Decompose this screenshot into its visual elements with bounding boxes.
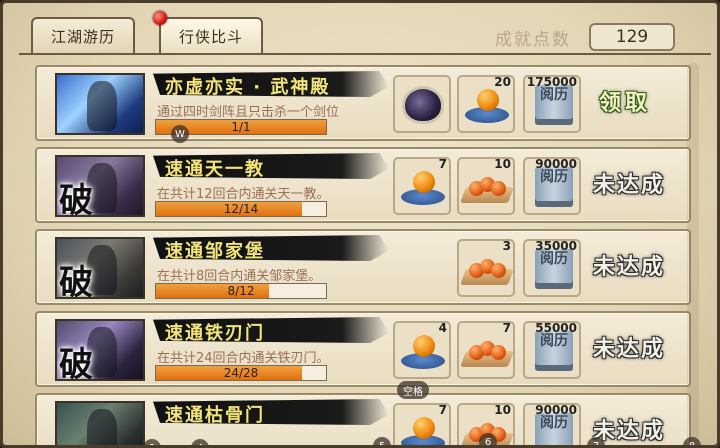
reward-slot[interactable]: 阅历 55000	[523, 321, 581, 379]
notification-dot-icon	[153, 11, 167, 25]
po-stamp: 破	[59, 345, 93, 381]
achievement-title: 速通枯骨门	[165, 405, 265, 426]
reward-slot[interactable]: 20	[457, 75, 515, 133]
po-stamp: 破	[59, 263, 93, 299]
reward-count: 55000	[535, 321, 577, 335]
reward-slot[interactable]: 7	[457, 321, 515, 379]
reward-slot[interactable]: 3	[457, 239, 515, 297]
tab-label: 江湖游历	[50, 27, 115, 46]
progress-bar: 12/14	[155, 201, 327, 217]
achievement-thumbnail	[55, 73, 145, 135]
po-stamp: 破	[59, 181, 93, 217]
single-orb-icon	[477, 89, 499, 111]
reward-count: 3	[502, 239, 511, 253]
reward-count: 35000	[535, 239, 577, 253]
list-scrollbar[interactable]	[687, 63, 699, 443]
unmet-status: 未达成	[593, 173, 666, 198]
tab-jianghu-travel[interactable]: 江湖游历	[31, 17, 135, 53]
reward-slot[interactable]: 阅历 35000	[523, 239, 581, 297]
reward-count: 10	[494, 403, 511, 417]
unmet-status: 未达成	[593, 337, 666, 362]
achievement-points-value: 129	[589, 23, 675, 51]
tab-chivalry-duel[interactable]: 行侠比斗	[159, 17, 263, 53]
progress-bar: 24/28	[155, 365, 327, 381]
book-label: 阅历	[540, 333, 568, 349]
reward-count: 7	[502, 321, 511, 335]
progress-bar: 8/12	[155, 283, 327, 299]
tab-label: 行侠比斗	[178, 27, 243, 46]
reward-slot[interactable]	[393, 75, 451, 133]
achievement-row: 破 速通铁刃门 在共计24回合内通关铁刃门。 24/28 4 7 阅历 5500…	[35, 311, 691, 387]
reward-slot[interactable]: 阅历 175000	[523, 75, 581, 133]
book-label: 阅历	[540, 169, 568, 185]
achievement-title: 亦虚亦实 · 武神殿	[165, 77, 331, 98]
orb-tray-icon	[467, 255, 507, 281]
reward-slot[interactable]: 阅历 90000	[523, 403, 581, 445]
achievement-thumbnail: 破	[55, 319, 145, 381]
achievement-row: 破 速通天一教 在共计12回合内通关天一教。 12/14 7 10 阅历 900…	[35, 147, 691, 223]
game-window: 江湖游历 行侠比斗 成就点数 129 亦虚亦实 · 武神殿 通过四时剑阵且只击杀…	[0, 0, 720, 448]
reward-slot[interactable]: 7	[393, 403, 451, 445]
unmet-status: 未达成	[593, 419, 666, 444]
achievement-title: 速通天一教	[165, 159, 265, 180]
achievement-title: 速通邹家堡	[165, 241, 265, 262]
reward-count: 10	[494, 157, 511, 171]
book-label: 阅历	[540, 251, 568, 267]
progress-text: 12/14	[223, 202, 259, 216]
orb-tray-icon	[467, 337, 507, 363]
book-label: 阅历	[540, 415, 568, 431]
book-label: 阅历	[540, 87, 568, 103]
hotkey-hint-6: 6	[479, 433, 497, 445]
achievement-thumbnail: 破	[55, 155, 145, 217]
orb-tray-icon	[467, 173, 507, 199]
reward-count: 175000	[526, 75, 577, 89]
single-orb-icon	[413, 171, 435, 193]
reward-slot[interactable]: 10	[457, 157, 515, 215]
single-orb-icon	[413, 335, 435, 357]
reward-count: 90000	[535, 403, 577, 417]
hotkey-hint-7: 7	[587, 437, 605, 445]
achievement-thumbnail: 破	[55, 237, 145, 299]
reward-count: 4	[438, 321, 447, 335]
hotkey-hint-w: W	[171, 125, 189, 143]
single-orb-icon	[413, 417, 435, 439]
progress-text: 24/28	[223, 366, 259, 380]
progress-text: 8/12	[227, 284, 255, 298]
reward-slot[interactable]: 阅历 90000	[523, 157, 581, 215]
achievement-row: 破 速通邹家堡 在共计8回合内通关邹家堡。 8/12 3 阅历 35000 未达…	[35, 229, 691, 305]
dark-stone-icon	[405, 89, 441, 121]
hotkey-hint-space: 空格	[397, 381, 429, 399]
hotkey-hint-8: 8	[683, 437, 701, 445]
reward-count: 7	[438, 157, 447, 171]
unmet-status: 未达成	[593, 255, 666, 280]
reward-count: 20	[494, 75, 511, 89]
hotkey-hint-5: 5	[373, 437, 391, 445]
achievement-thumbnail	[55, 401, 145, 445]
reward-slot[interactable]: 4	[393, 321, 451, 379]
achievement-desc: 通过四时剑阵且只击杀一个剑位	[157, 105, 340, 120]
achievement-desc: 在共计8回合内通关邹家堡。	[157, 269, 322, 284]
reward-count: 90000	[535, 157, 577, 171]
achievement-desc: 在共计24回合内通关铁刃门。	[157, 351, 330, 366]
claim-button[interactable]: 领取	[599, 85, 651, 117]
reward-count: 7	[438, 403, 447, 417]
achievement-list[interactable]: 亦虚亦实 · 武神殿 通过四时剑阵且只击杀一个剑位 1/1 20 阅历 1750…	[19, 53, 711, 445]
achievement-desc: 在共计12回合内通关天一教。	[157, 187, 330, 202]
achievement-row: 亦虚亦实 · 武神殿 通过四时剑阵且只击杀一个剑位 1/1 20 阅历 1750…	[35, 65, 691, 141]
reward-slot[interactable]: 7	[393, 157, 451, 215]
achievement-points-label: 成就点数	[495, 30, 571, 50]
achievement-title: 速通铁刃门	[165, 323, 265, 344]
